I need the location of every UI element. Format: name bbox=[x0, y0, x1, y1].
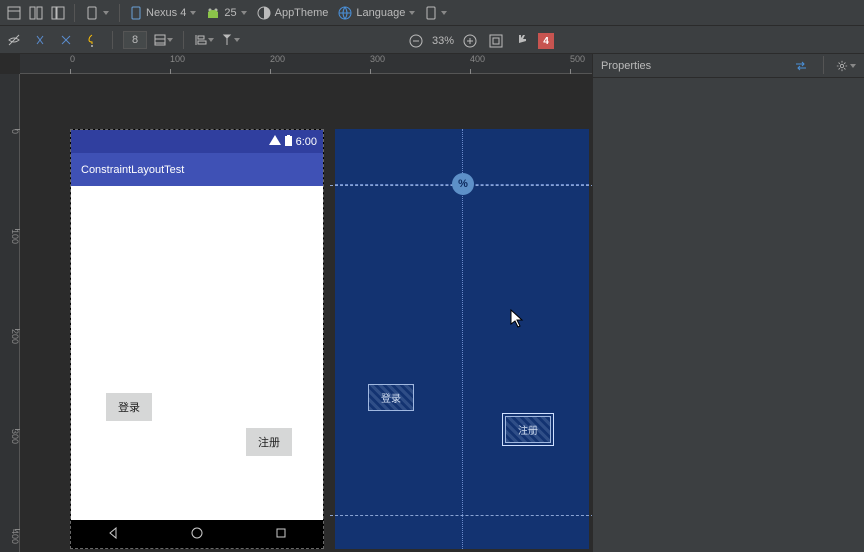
device-preview[interactable]: 6:00 ConstraintLayoutTest 登录 注册 bbox=[70, 129, 324, 549]
separator bbox=[119, 4, 120, 22]
margin-combo[interactable] bbox=[153, 30, 173, 50]
theme-label: AppTheme bbox=[275, 7, 329, 19]
properties-title: Properties bbox=[601, 60, 651, 72]
zoom-in-button[interactable] bbox=[460, 31, 480, 51]
nav-bar bbox=[71, 520, 323, 548]
clear-constraints-button[interactable] bbox=[56, 30, 76, 50]
gear-icon[interactable] bbox=[836, 56, 856, 76]
hide-constraints-button[interactable] bbox=[4, 30, 24, 50]
error-badge[interactable]: 4 bbox=[538, 33, 554, 49]
api-combo[interactable]: 25 bbox=[202, 6, 250, 20]
blueprint-mode-button[interactable] bbox=[26, 3, 46, 23]
register-button[interactable]: 注册 bbox=[246, 428, 292, 456]
zoom-toolbar: 33% 4 bbox=[406, 28, 554, 54]
pan-button[interactable] bbox=[512, 31, 532, 51]
login-button[interactable]: 登录 bbox=[106, 393, 152, 421]
both-mode-button[interactable] bbox=[48, 3, 68, 23]
design-mode-button[interactable] bbox=[4, 3, 24, 23]
zoom-out-button[interactable] bbox=[406, 31, 426, 51]
back-icon bbox=[106, 526, 120, 543]
ruler-horizontal: 0 100 200 300 400 500 bbox=[20, 54, 592, 74]
api-label: 25 bbox=[224, 7, 236, 19]
content-area[interactable]: 登录 注册 bbox=[71, 186, 323, 522]
device-combo[interactable]: Nexus 4 bbox=[126, 6, 200, 20]
app-title: ConstraintLayoutTest bbox=[81, 164, 184, 176]
separator bbox=[183, 31, 184, 49]
separator bbox=[74, 4, 75, 22]
design-canvas[interactable]: 0 100 200 300 400 500 0 100 200 300 400 … bbox=[0, 54, 592, 552]
blueprint-preview[interactable]: % 登录 注册 bbox=[335, 129, 589, 549]
autoconnect-button[interactable] bbox=[30, 30, 50, 50]
device-label: Nexus 4 bbox=[146, 7, 186, 19]
properties-panel: Properties bbox=[592, 54, 864, 552]
home-icon bbox=[190, 526, 204, 543]
language-label: Language bbox=[356, 7, 405, 19]
design-toolbar: 33% 4 bbox=[0, 26, 864, 54]
swap-icon[interactable] bbox=[791, 56, 811, 76]
battery-icon bbox=[285, 135, 292, 149]
bp-register-button[interactable]: 注册 bbox=[505, 416, 551, 443]
theme-combo[interactable]: AppTheme bbox=[253, 6, 333, 20]
status-time: 6:00 bbox=[296, 136, 317, 148]
wifi-icon bbox=[269, 135, 281, 148]
percent-badge[interactable]: % bbox=[452, 173, 474, 195]
top-toolbar: Nexus 4 25 AppTheme Language bbox=[0, 0, 864, 26]
bp-login-button[interactable]: 登录 bbox=[368, 384, 414, 411]
separator bbox=[823, 56, 824, 74]
infer-constraints-button[interactable] bbox=[82, 30, 102, 50]
zoom-fit-button[interactable] bbox=[486, 31, 506, 51]
app-bar: ConstraintLayoutTest bbox=[71, 153, 323, 186]
separator bbox=[112, 31, 113, 49]
recents-icon bbox=[274, 526, 288, 543]
zoom-label: 33% bbox=[432, 35, 454, 47]
orientation-combo[interactable] bbox=[81, 6, 113, 20]
language-combo[interactable]: Language bbox=[334, 6, 419, 20]
margin-input[interactable] bbox=[123, 31, 147, 49]
guideline-combo[interactable] bbox=[220, 30, 240, 50]
align-combo[interactable] bbox=[194, 30, 214, 50]
guideline-bottom bbox=[330, 515, 592, 516]
android-icon bbox=[206, 6, 220, 20]
variant-combo[interactable] bbox=[421, 6, 451, 20]
ruler-vertical: 0 100 200 300 400 bbox=[0, 74, 20, 552]
status-bar: 6:00 bbox=[71, 130, 323, 153]
